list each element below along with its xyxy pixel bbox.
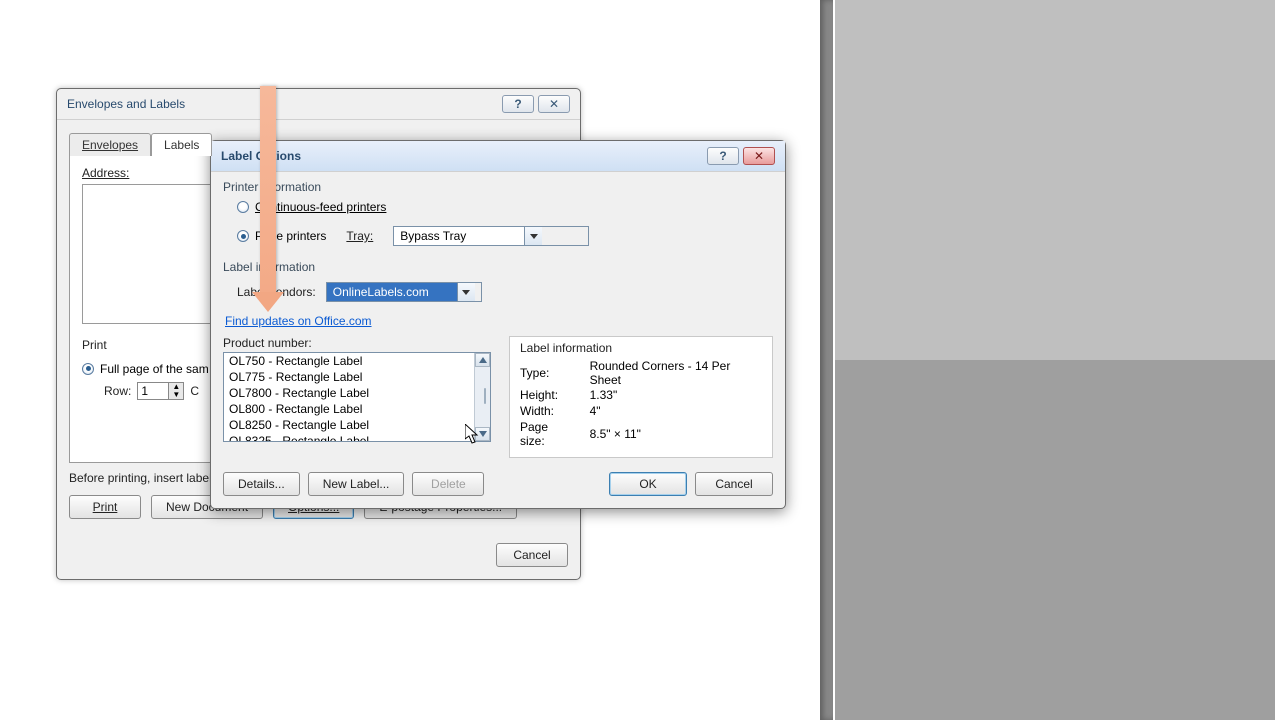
list-item[interactable]: OL8325 - Rectangle Label	[224, 433, 474, 441]
help-icon: ?	[514, 97, 521, 111]
radio-dot-icon	[237, 201, 249, 213]
tab-envelopes-label: Envelopes	[82, 138, 138, 152]
vendors-value: OnlineLabels.com	[327, 283, 457, 301]
radio-full-page[interactable]: Full page of the sam	[82, 362, 209, 376]
width-label: Width:	[520, 403, 590, 419]
scroll-thumb[interactable]	[484, 388, 486, 404]
envelopes-cancel-button[interactable]: Cancel	[496, 543, 568, 567]
row-label: Row:	[104, 384, 131, 398]
height-value: 1.33"	[590, 387, 762, 403]
details-button[interactable]: Details...	[223, 472, 300, 496]
annotation-arrow	[260, 86, 276, 294]
radio-page-printers[interactable]: Page printers	[237, 229, 326, 243]
pagesize-value: 8.5" × 11"	[590, 419, 762, 449]
product-number-listbox[interactable]: OL750 - Rectangle Label OL775 - Rectangl…	[223, 352, 491, 442]
help-icon: ?	[719, 149, 726, 163]
scroll-up-button[interactable]	[475, 353, 490, 367]
envelopes-dialog-titlebar: Envelopes and Labels ? ✕	[57, 89, 580, 120]
printer-info-heading: Printer information	[223, 180, 773, 194]
envelopes-dialog-title: Envelopes and Labels	[67, 97, 185, 111]
tray-value: Bypass Tray	[394, 227, 524, 245]
label-info-table: Type: Rounded Corners - 14 Per Sheet Hei…	[520, 359, 762, 449]
info-panel-heading: Label information	[520, 341, 762, 355]
radio-dot-icon	[82, 363, 94, 375]
close-button[interactable]: ✕	[538, 95, 570, 113]
list-item[interactable]: OL8250 - Rectangle Label	[224, 417, 474, 433]
list-item[interactable]: OL750 - Rectangle Label	[224, 353, 474, 369]
vendors-combo[interactable]: OnlineLabels.com	[326, 282, 482, 302]
tab-labels[interactable]: Labels	[151, 133, 212, 156]
find-updates-link[interactable]: Find updates on Office.com	[225, 314, 372, 328]
delete-button[interactable]: Delete	[412, 472, 484, 496]
new-label-button[interactable]: New Label...	[308, 472, 405, 496]
ok-button[interactable]: OK	[609, 472, 687, 496]
help-button[interactable]: ?	[707, 147, 739, 165]
close-icon: ✕	[549, 97, 559, 111]
background-right-panel	[820, 0, 1280, 720]
column-label-fragment: C	[190, 384, 199, 398]
radio-dot-icon	[237, 230, 249, 242]
address-textbox[interactable]	[82, 184, 212, 324]
close-icon: ✕	[754, 149, 764, 163]
product-list-items: OL750 - Rectangle Label OL775 - Rectangl…	[224, 353, 474, 441]
tray-label: Tray:	[346, 229, 373, 243]
close-button[interactable]: ✕	[743, 147, 775, 165]
tab-labels-label: Labels	[164, 138, 199, 152]
row-input[interactable]	[137, 382, 169, 400]
label-options-cancel-button[interactable]: Cancel	[695, 472, 773, 496]
label-options-dialog: Label Options ? ✕ Printer information Co…	[210, 140, 786, 509]
tray-combo[interactable]: Bypass Tray	[393, 226, 589, 246]
radio-full-page-label: Full page of the sam	[100, 362, 209, 376]
mouse-cursor-icon	[465, 424, 481, 444]
product-number-label: Product number:	[223, 336, 491, 350]
spinner-down-icon[interactable]: ▼	[169, 391, 183, 399]
pagesize-label: Page size:	[520, 419, 590, 449]
width-value: 4"	[590, 403, 762, 419]
label-info-heading: Label information	[223, 260, 773, 274]
list-item[interactable]: OL775 - Rectangle Label	[224, 369, 474, 385]
chevron-down-icon[interactable]	[524, 227, 542, 245]
list-item[interactable]: OL7800 - Rectangle Label	[224, 385, 474, 401]
height-label: Height:	[520, 387, 590, 403]
chevron-down-icon[interactable]	[457, 283, 475, 301]
row-spinner[interactable]: ▲ ▼	[137, 382, 184, 400]
list-item[interactable]: OL800 - Rectangle Label	[224, 401, 474, 417]
label-options-titlebar: Label Options ? ✕	[211, 141, 785, 172]
tab-envelopes[interactable]: Envelopes	[69, 133, 151, 156]
help-button[interactable]: ?	[502, 95, 534, 113]
type-value: Rounded Corners - 14 Per Sheet	[590, 359, 762, 387]
print-button[interactable]: Print	[69, 495, 141, 519]
type-label: Type:	[520, 359, 590, 387]
